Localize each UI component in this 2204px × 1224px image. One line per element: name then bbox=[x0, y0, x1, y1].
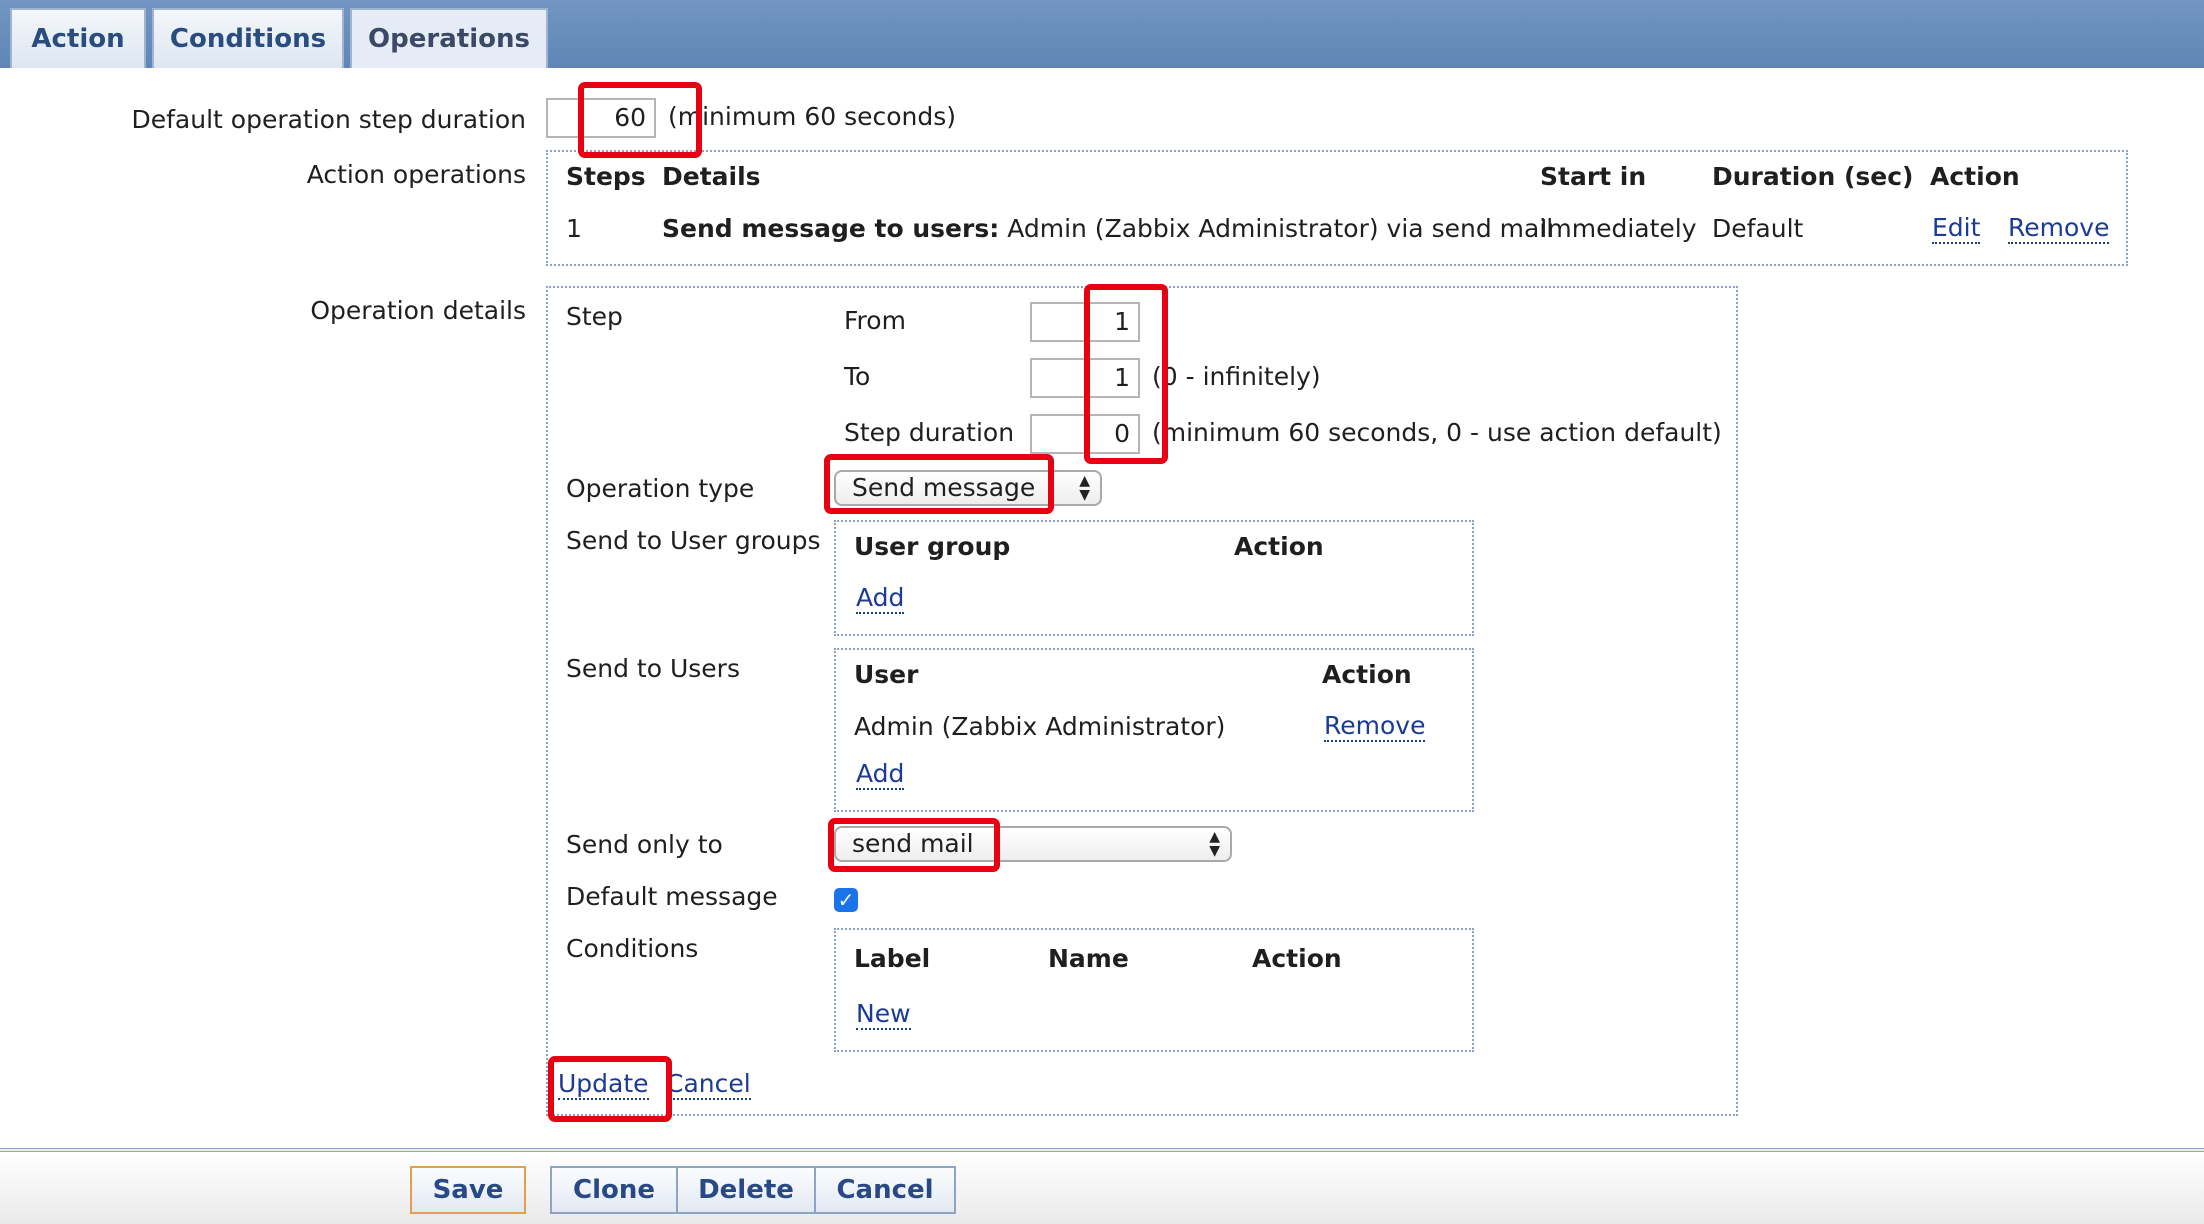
step-duration-hint: (minimum 60 seconds, 0 - use action defa… bbox=[1152, 418, 1722, 447]
tab-conditions[interactable]: Conditions bbox=[152, 8, 344, 68]
col-steps-header: Steps bbox=[566, 162, 646, 191]
condition-name-header: Name bbox=[1048, 944, 1129, 973]
col-start-in-header: Start in bbox=[1540, 162, 1647, 191]
user-group-action-header: Action bbox=[1234, 532, 1324, 561]
user-header: User bbox=[854, 660, 919, 689]
operation-duration: Default bbox=[1712, 214, 1804, 243]
operation-details: Send message to users: Admin (Zabbix Adm… bbox=[662, 214, 1553, 244]
col-details-header: Details bbox=[662, 162, 761, 191]
user-action-header: Action bbox=[1322, 660, 1412, 689]
step-label: Step bbox=[566, 302, 623, 331]
default-message-checkbox[interactable]: ✓ bbox=[834, 888, 858, 912]
clone-button[interactable]: Clone bbox=[550, 1166, 678, 1214]
user-groups-add-link[interactable]: Add bbox=[856, 584, 905, 614]
send-only-to-select[interactable]: send mail ▲ ▼ bbox=[834, 826, 1232, 862]
delete-button[interactable]: Delete bbox=[676, 1166, 816, 1214]
operation-details-label: Operation details bbox=[310, 296, 526, 325]
users-label: Send to Users bbox=[566, 654, 740, 683]
select-arrows-icon: ▲ ▼ bbox=[1209, 829, 1220, 859]
default-step-duration-input[interactable]: 60 bbox=[546, 98, 656, 138]
operation-step: 1 bbox=[566, 214, 582, 243]
step-from-input[interactable]: 1 bbox=[1030, 302, 1140, 342]
action-operations-label: Action operations bbox=[306, 160, 526, 189]
to-label: To bbox=[844, 362, 871, 391]
col-duration-header: Duration (sec) bbox=[1712, 162, 1914, 191]
col-action-header: Action bbox=[1930, 162, 2020, 191]
footer-bar bbox=[0, 1148, 2204, 1224]
default-step-duration-hint: (minimum 60 seconds) bbox=[668, 102, 957, 131]
tab-bar: Action Conditions Operations bbox=[0, 0, 2204, 68]
operation-type-select[interactable]: Send message ▲ ▼ bbox=[834, 470, 1102, 506]
cancel-link[interactable]: Cancel bbox=[666, 1070, 751, 1100]
conditions-new-link[interactable]: New bbox=[856, 1000, 911, 1030]
cancel-button[interactable]: Cancel bbox=[814, 1166, 956, 1214]
operation-remove-link[interactable]: Remove bbox=[2008, 214, 2110, 244]
operation-type-label: Operation type bbox=[566, 474, 755, 503]
step-duration-label: Step duration bbox=[844, 418, 1015, 447]
user-remove-link[interactable]: Remove bbox=[1324, 712, 1426, 742]
tab-action[interactable]: Action bbox=[10, 8, 146, 68]
user-group-header: User group bbox=[854, 532, 1011, 561]
operation-type-value: Send message bbox=[852, 473, 1036, 502]
tab-operations[interactable]: Operations bbox=[350, 8, 548, 68]
condition-action-header: Action bbox=[1252, 944, 1342, 973]
users-add-link[interactable]: Add bbox=[856, 760, 905, 790]
conditions-label: Conditions bbox=[566, 934, 699, 963]
select-arrows-icon: ▲ ▼ bbox=[1079, 473, 1090, 503]
step-duration-input[interactable]: 0 bbox=[1030, 414, 1140, 454]
user-groups-label: Send to User groups bbox=[566, 526, 821, 555]
default-message-label: Default message bbox=[566, 882, 778, 911]
user-name: Admin (Zabbix Administrator) bbox=[854, 712, 1226, 741]
operation-edit-link[interactable]: Edit bbox=[1932, 214, 1981, 244]
send-only-to-value: send mail bbox=[852, 829, 974, 858]
step-to-input[interactable]: 1 bbox=[1030, 358, 1140, 398]
operation-start-in: Immediately bbox=[1540, 214, 1697, 243]
default-step-duration-label: Default operation step duration bbox=[131, 105, 527, 134]
condition-label-header: Label bbox=[854, 944, 931, 973]
send-only-to-label: Send only to bbox=[566, 830, 723, 859]
from-label: From bbox=[844, 306, 906, 335]
operation-details-text: Admin (Zabbix Administrator) via send ma… bbox=[1007, 214, 1554, 243]
operation-details-type: Send message to users: bbox=[662, 214, 1000, 243]
save-button[interactable]: Save bbox=[410, 1166, 526, 1214]
to-hint: (0 - infinitely) bbox=[1152, 362, 1321, 391]
update-link[interactable]: Update bbox=[558, 1070, 649, 1100]
